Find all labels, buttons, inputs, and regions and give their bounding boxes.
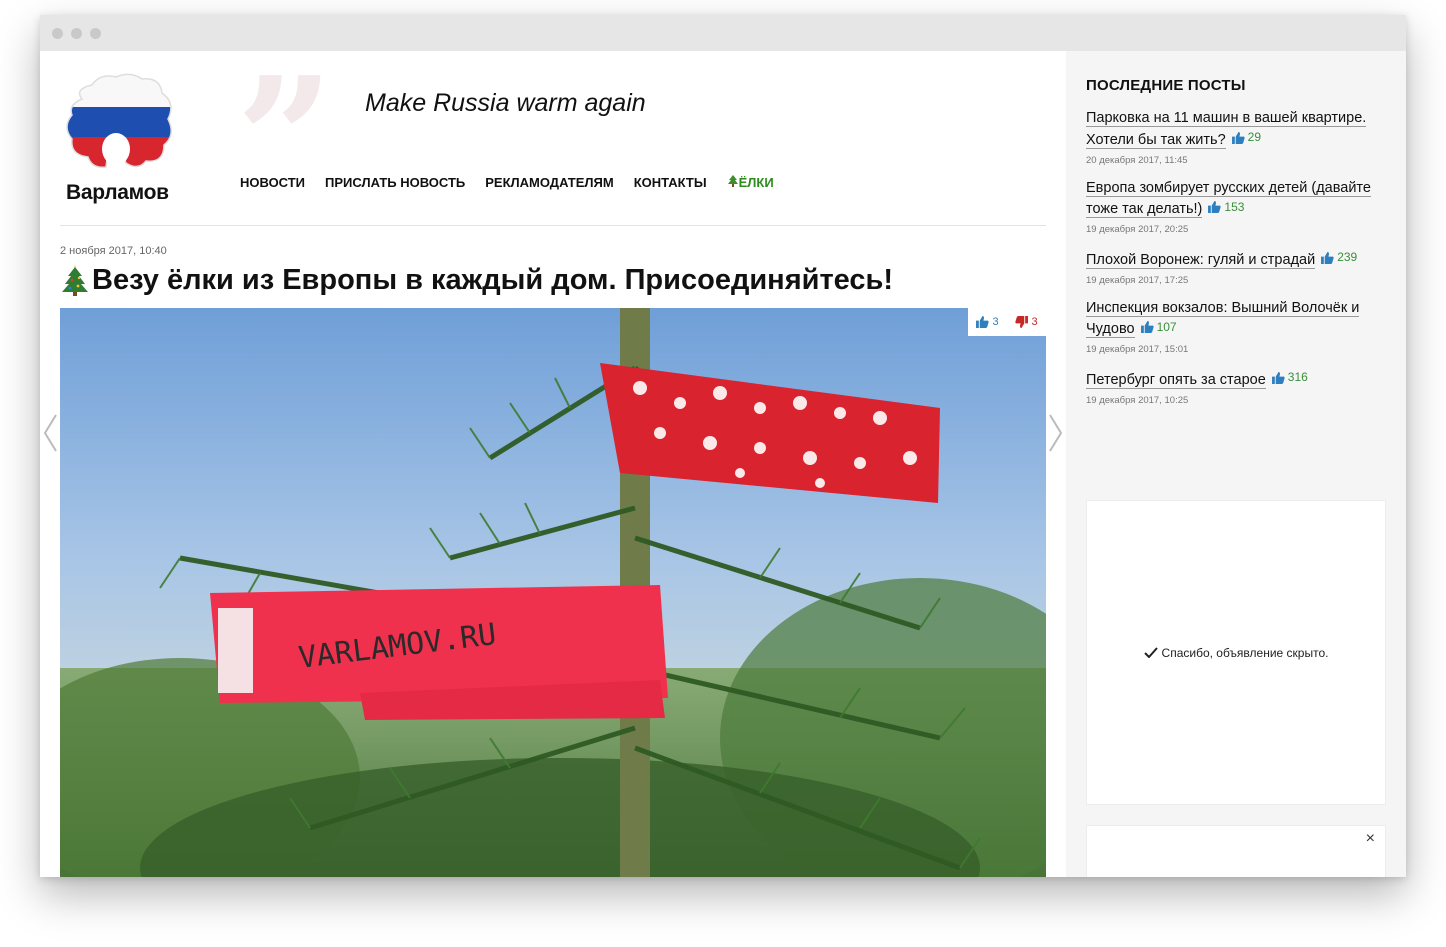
nav-send-news[interactable]: ПРИСЛАТЬ НОВОСТЬ [325,175,465,190]
ad-box-secondary: × [1086,825,1386,877]
window-maximize-dot[interactable] [90,28,101,39]
thumbs-up-icon [1208,201,1222,213]
sidebar-post-likes: 316 [1271,368,1308,387]
thumbs-up-icon [1271,371,1285,384]
sidebar-post-item[interactable]: Парковка на 11 машин в вашей квартире. Х… [1086,109,1386,166]
ad-hidden-text: Спасибо, объявление скрыто. [1161,645,1329,660]
thumbs-down-icon [1015,316,1029,328]
sidebar-post-link[interactable]: Петербург опять за старое 316 [1086,368,1386,390]
sidebar-post-item[interactable]: Плохой Воронеж: гуляй и страдай 239 19 де… [1086,248,1386,286]
vote-down-count: 3 [1031,316,1038,328]
christmas-tree-icon [62,264,88,296]
sidebar-post-title[interactable]: Инспекция вокзалов: Вышний Волочёк и Чуд… [1086,299,1360,338]
chevron-right-icon[interactable] [1048,413,1064,453]
site-slogan: Make Russia warm again [365,89,646,117]
sidebar-post-likes: 153 [1208,198,1244,217]
ad-hidden-box: Спасибо, объявление скрыто. [1086,500,1386,805]
thumbs-up-icon [1231,131,1245,144]
nav-trees[interactable]: ЁЛКИ [727,175,774,190]
sidebar-post-link[interactable]: Парковка на 11 машин в вашей квартире. Х… [1086,109,1386,150]
sidebar-post-likes: 239 [1321,248,1357,267]
sidebar-post-link[interactable]: Европа зомбирует русских детей (давайте … [1086,179,1386,220]
sidebar-post-like-count: 239 [1337,250,1358,264]
window-minimize-dot[interactable] [71,28,82,39]
sidebar-post-time: 19 декабря 2017, 15:01 [1086,344,1189,355]
header-divider [60,225,1046,226]
sidebar-post-item[interactable]: Петербург опять за старое 316 19 декабря … [1086,368,1386,406]
ad-hidden-message: Спасибо, объявление скрыто. [1143,645,1329,660]
vote-up-count: 3 [992,316,999,328]
sidebar-post-like-count: 316 [1287,370,1308,384]
post-title-text: Везу ёлки из Европы в каждый дом. Присое… [92,264,894,296]
close-icon[interactable]: × [1366,830,1375,848]
sidebar-post-item[interactable]: Инспекция вокзалов: Вышний Волочёк и Чуд… [1086,299,1386,355]
nav-contacts[interactable]: КОНТАКТЫ [634,175,707,190]
sidebar-post-title[interactable]: Плохой Воронеж: гуляй и страдай [1086,251,1316,269]
page-content: Варламов ” Make Russia warm again НОВОСТ… [40,51,1406,877]
thumbs-up-icon [1140,321,1154,333]
sidebar-post-like-count: 29 [1247,130,1261,144]
post-date: 2 ноября 2017, 10:40 [60,245,167,257]
sidebar-post-title[interactable]: Петербург опять за старое [1086,371,1266,389]
sidebar-post-time: 20 декабря 2017, 11:45 [1086,154,1188,166]
sidebar-post-item[interactable]: Европа зомбирует русских детей (давайте … [1086,179,1386,235]
thumbs-up-icon [1321,251,1334,264]
vote-box: 3 3 [968,308,1046,336]
browser-window: Варламов ” Make Russia warm again НОВОСТ… [40,15,1406,877]
vote-down[interactable]: 3 [1015,316,1038,328]
sidebar-post-like-count: 107 [1156,319,1177,334]
sidebar-post-title[interactable]: Парковка на 11 машин в вашей квартире. Х… [1086,110,1367,149]
window-close-dot[interactable] [52,28,63,39]
sidebar-post-link[interactable]: Плохой Воронеж: гуляй и страдай 239 [1086,248,1386,270]
fir-tree-photo: VARLAMOV.RU [60,308,1046,877]
quote-mark-icon: ” [236,40,334,240]
vote-up[interactable]: 3 [976,316,999,328]
logo-text[interactable]: Варламов [66,181,169,205]
sidebar: ПОСЛЕДНИЕ ПОСТЫ Парковка на 11 машин в в… [1066,51,1406,877]
post-photo[interactable]: VARLAMOV.RU 3 3 [60,308,1046,877]
sidebar-post-likes: 29 [1231,128,1261,147]
sidebar-title: ПОСЛЕДНИЕ ПОСТЫ [1086,77,1246,94]
logo-flag-icon[interactable] [64,71,176,171]
nav-advertisers[interactable]: РЕКЛАМОДАТЕЛЯМ [485,175,613,190]
sidebar-post-like-count: 153 [1224,199,1245,214]
chevron-left-icon[interactable] [42,413,58,453]
nav-trees-label: ЁЛКИ [738,175,774,190]
sidebar-post-link[interactable]: Инспекция вокзалов: Вышний Волочёк и Чуд… [1086,299,1386,340]
recent-posts-list: Парковка на 11 машин в вашей квартире. Х… [1086,109,1386,419]
post-title[interactable]: Везу ёлки из Европы в каждый дом. Присое… [60,264,893,297]
sidebar-post-time: 19 декабря 2017, 17:25 [1086,274,1189,286]
sidebar-post-time: 19 декабря 2017, 20:25 [1086,224,1189,235]
nav-news[interactable]: НОВОСТИ [240,175,305,190]
main-nav: НОВОСТИ ПРИСЛАТЬ НОВОСТЬ РЕКЛАМОДАТЕЛЯМ … [240,175,794,190]
sidebar-post-likes: 107 [1140,318,1177,337]
tree-icon [727,175,738,187]
sidebar-post-time: 19 декабря 2017, 10:25 [1086,394,1189,406]
checkmark-icon [1143,647,1158,658]
thumbs-up-icon [976,316,990,328]
